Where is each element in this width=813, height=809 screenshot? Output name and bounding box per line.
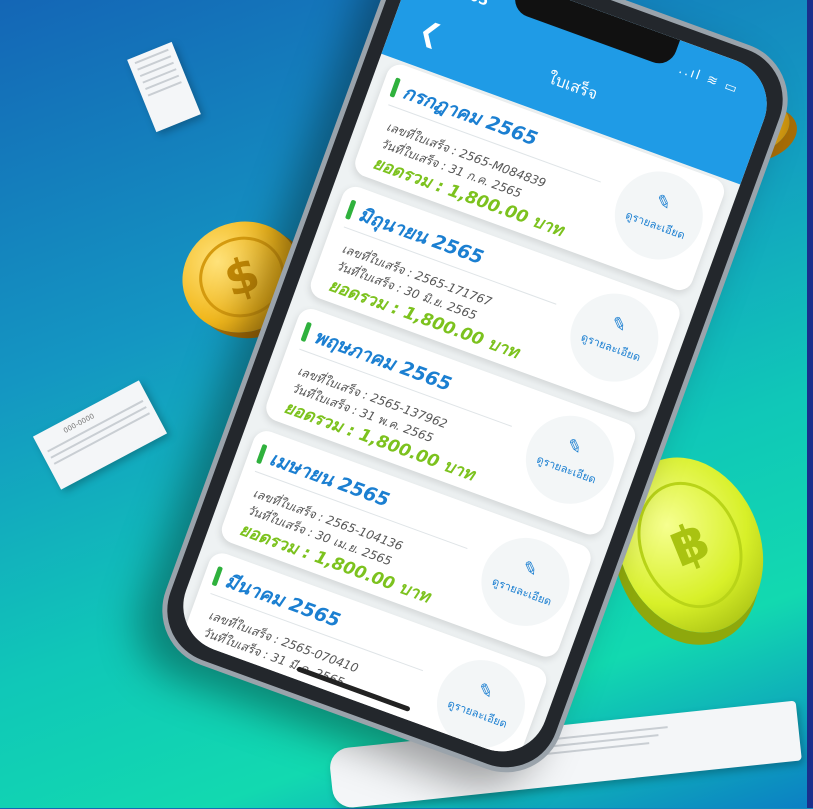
view-detail-button[interactable]: ✎ ดูรายละเอียด xyxy=(602,159,716,272)
signal-wifi-battery-icon: ..ıl ≋ ▭ xyxy=(676,62,741,98)
floating-receipt-left: 000-0000 xyxy=(32,380,168,490)
accent-bar xyxy=(389,77,401,98)
view-detail-button[interactable]: ✎ ดูรายละเอียด xyxy=(513,403,627,517)
currency: บาท xyxy=(351,699,389,730)
accent-bar xyxy=(211,565,224,587)
accent-bar xyxy=(300,321,312,343)
phone-notch xyxy=(510,0,681,69)
view-detail-button[interactable]: ✎ ดูรายละเอียด xyxy=(557,281,671,395)
floating-receipt-top xyxy=(127,41,201,133)
status-time: 13:05 xyxy=(443,0,490,10)
accent-bar xyxy=(344,199,357,220)
view-detail-button[interactable]: ✎ ดูรายละเอียด xyxy=(424,647,538,761)
phone-screen: 13:05 ..ıl ≋ ▭ ❮ ใบเสร็จ กรกฎาคม 2565 เล… xyxy=(170,0,780,765)
right-edge-bar xyxy=(807,0,813,808)
view-detail-button[interactable]: ✎ ดูรายละเอียด xyxy=(469,525,582,639)
phone-mockup: 13:05 ..ıl ≋ ▭ ❮ ใบเสร็จ กรกฎาคม 2565 เล… xyxy=(145,0,805,789)
currency: บาท xyxy=(440,455,478,486)
currency: บาท xyxy=(485,333,522,364)
currency: บาท xyxy=(396,577,433,608)
receipt-list: กรกฎาคม 2565 เลขที่ใบเสร็จ : 2565-M08483… xyxy=(173,60,729,765)
accent-bar xyxy=(255,443,268,465)
currency: บาท xyxy=(529,211,567,241)
